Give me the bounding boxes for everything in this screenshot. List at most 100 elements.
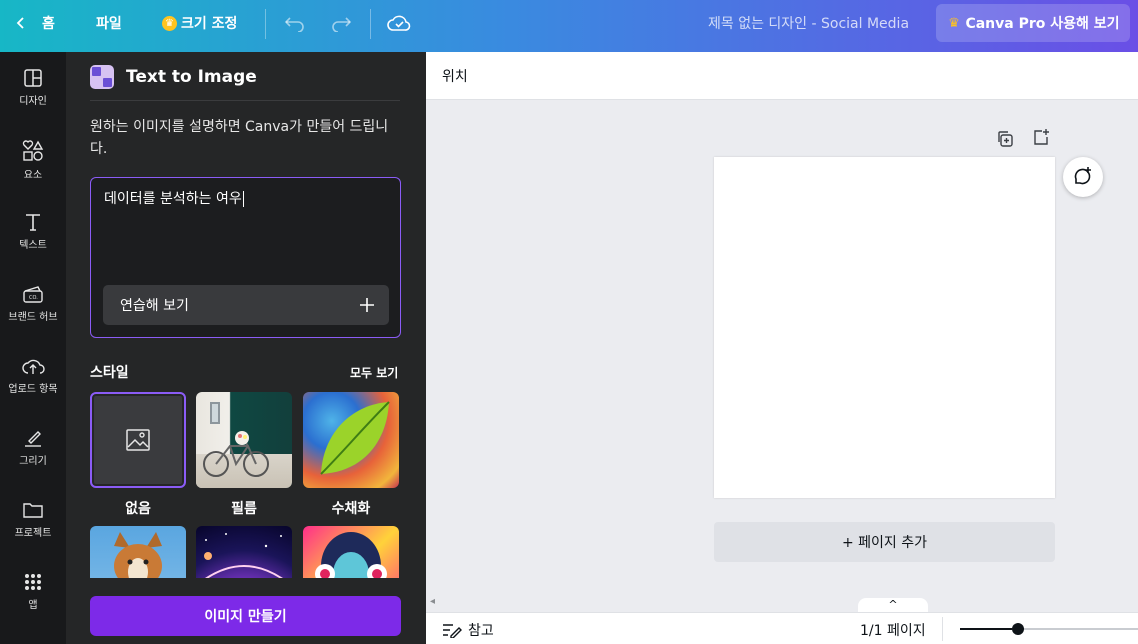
prompt-value: 데이터를 분석하는 여우 xyxy=(104,191,242,207)
text-to-image-app-icon xyxy=(90,65,114,89)
rail-item-label: 그리기 xyxy=(19,456,47,467)
style-tile-label: 없음 xyxy=(125,501,151,517)
chevron-up-icon: ^ xyxy=(888,598,898,611)
horizontal-scrollbar[interactable]: ◂ ^ xyxy=(426,594,1138,612)
home-button[interactable]: 홈 xyxy=(14,0,55,46)
divider xyxy=(90,100,400,101)
rail-item-elements[interactable]: 요소 xyxy=(0,140,66,200)
notes-label: 참고 xyxy=(468,623,494,639)
prompt-text: 데이터를 분석하는 여우 xyxy=(104,188,244,208)
panel-title: Text to Image xyxy=(90,64,257,90)
svg-text:CO.: CO. xyxy=(29,295,38,301)
rail-item-text[interactable]: 텍스트 xyxy=(0,212,66,272)
page-panel-toggle[interactable]: ^ xyxy=(858,598,928,612)
home-label: 홈 xyxy=(42,16,55,32)
rail-item-label: 텍스트 xyxy=(19,240,47,251)
divider xyxy=(265,9,266,39)
bicycle-illustration xyxy=(203,431,269,477)
rail-item-uploads[interactable]: 업로드 항목 xyxy=(0,356,66,416)
crown-icon: ♛ xyxy=(948,15,960,31)
save-status-button[interactable] xyxy=(387,0,411,46)
rail-item-label: 브랜드 허브 xyxy=(8,312,58,323)
try-pro-button[interactable]: ♛ Canva Pro 사용해 보기 xyxy=(936,4,1130,42)
style-row-clip xyxy=(66,526,426,578)
upload-icon xyxy=(22,359,45,374)
scroll-left-icon[interactable]: ◂ xyxy=(430,596,435,607)
create-image-button[interactable]: 이미지 만들기 xyxy=(90,596,401,636)
rail-item-label: 앱 xyxy=(28,600,38,611)
draw-icon xyxy=(25,431,41,447)
resize-label: 크기 조정 xyxy=(181,16,238,32)
practice-button[interactable]: 연습해 보기 xyxy=(103,285,389,325)
chevron-left-icon xyxy=(16,17,24,29)
rail-item-label: 요소 xyxy=(23,170,43,181)
woman-headphones-illustration xyxy=(315,532,387,578)
prompt-textarea[interactable]: 데이터를 분석하는 여우 연습해 보기 xyxy=(90,177,401,338)
rail-item-label: 프로젝트 xyxy=(14,528,52,539)
design-icon xyxy=(24,69,42,87)
style-tile-space[interactable] xyxy=(196,526,292,578)
comment-add-icon xyxy=(1074,167,1091,185)
add-page-button[interactable]: + 페이지 추가 xyxy=(714,522,1055,562)
style-heading: 스타일 xyxy=(90,365,129,381)
redo-button[interactable] xyxy=(330,0,352,46)
resize-button[interactable]: ♛ 크기 조정 xyxy=(162,0,237,46)
zoom-slider-handle[interactable] xyxy=(1012,623,1024,635)
add-comment-button[interactable] xyxy=(1063,157,1103,197)
side-rail: 디자인 요소 텍스트 CO. 브랜드 허브 업로드 항목 그리기 프로젝트 앱 xyxy=(0,52,66,644)
style-tile-photo[interactable] xyxy=(90,526,186,578)
context-toolbar: 위치 xyxy=(426,52,1138,100)
stars-illustration xyxy=(204,533,283,578)
duplicate-page-icon[interactable] xyxy=(996,130,1014,148)
rail-item-apps[interactable]: 앱 xyxy=(0,572,66,632)
undo-icon xyxy=(284,17,304,32)
position-button[interactable]: 위치 xyxy=(442,66,468,86)
style-tile-none[interactable] xyxy=(90,392,186,488)
text-icon xyxy=(26,214,40,231)
divider xyxy=(942,617,943,641)
elements-icon xyxy=(22,140,44,161)
zoom-slider-fill xyxy=(960,628,1012,630)
notes-icon xyxy=(443,624,462,638)
document-title[interactable]: 제목 없는 디자인 - Social Media xyxy=(708,0,909,46)
divider xyxy=(370,9,371,39)
rail-item-label: 업로드 항목 xyxy=(8,384,58,395)
cloud-check-icon xyxy=(387,15,411,31)
top-bar: 홈 파일 ♛ 크기 조정 제목 없는 디자인 - Social Media ♛ … xyxy=(0,0,1138,52)
plus-icon xyxy=(360,298,374,312)
image-placeholder-icon xyxy=(126,429,150,451)
bottom-bar: 참고 1/1 페이지 xyxy=(426,612,1138,644)
practice-label: 연습해 보기 xyxy=(120,298,189,314)
style-tile-watercolor[interactable] xyxy=(303,392,399,488)
style-tile-pop-art[interactable] xyxy=(303,526,399,578)
notes-button[interactable]: 참고 xyxy=(442,620,494,640)
undo-button[interactable] xyxy=(284,0,306,46)
crown-icon: ♛ xyxy=(162,15,177,31)
design-page[interactable] xyxy=(714,157,1055,498)
panel-title-text: Text to Image xyxy=(126,67,257,87)
style-tile-film[interactable] xyxy=(196,392,292,488)
try-pro-label: Canva Pro 사용해 보기 xyxy=(965,16,1120,32)
file-menu[interactable]: 파일 xyxy=(96,0,122,46)
dog-illustration xyxy=(114,532,162,578)
style-tile-label: 수채화 xyxy=(331,501,371,517)
file-label: 파일 xyxy=(96,16,122,32)
page-count[interactable]: 1/1 페이지 xyxy=(860,620,926,640)
leaf-illustration xyxy=(320,401,390,475)
style-tile-label: 필름 xyxy=(231,501,257,517)
text-to-image-panel: Text to Image 원하는 이미지를 설명하면 Canva가 만들어 드… xyxy=(66,52,426,644)
panel-description: 원하는 이미지를 설명하면 Canva가 만들어 드립니다. xyxy=(90,119,389,157)
text-caret xyxy=(242,191,244,207)
rail-item-design[interactable]: 디자인 xyxy=(0,68,66,128)
folder-icon xyxy=(23,503,43,518)
create-image-label: 이미지 만들기 xyxy=(204,609,287,625)
rail-item-label: 디자인 xyxy=(19,96,47,107)
apps-icon xyxy=(25,574,41,590)
rail-item-draw[interactable]: 그리기 xyxy=(0,428,66,488)
canvas-area: + 페이지 추가 xyxy=(426,100,1138,600)
see-all-link[interactable]: 모두 보기 xyxy=(350,364,398,381)
add-page-icon[interactable] xyxy=(1032,128,1050,146)
brand-hub-icon: CO. xyxy=(23,286,43,303)
rail-item-projects[interactable]: 프로젝트 xyxy=(0,500,66,560)
rail-item-brand-hub[interactable]: CO. 브랜드 허브 xyxy=(0,284,66,344)
